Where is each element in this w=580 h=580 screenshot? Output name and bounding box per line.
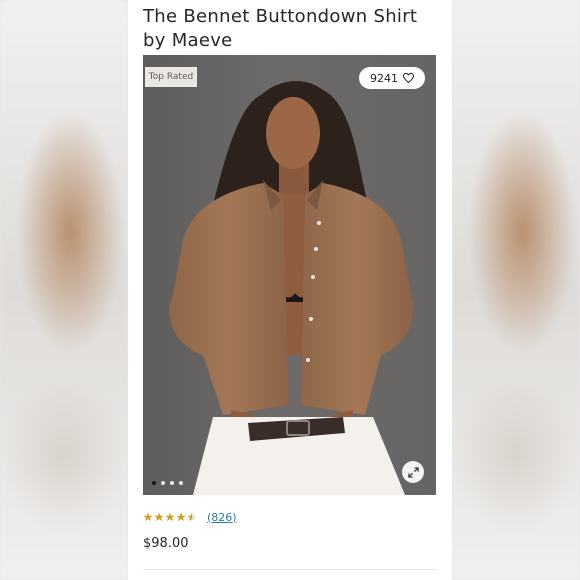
blurred-backdrop-left xyxy=(0,0,128,580)
product-price: $98.00 xyxy=(143,536,189,551)
carousel-dot[interactable] xyxy=(152,481,156,485)
heart-icon xyxy=(403,73,414,83)
carousel-dots xyxy=(152,481,183,485)
half-star-icon xyxy=(187,512,197,522)
product-card: The Bennet Buttondown Shirt by Maeve Top… xyxy=(128,0,452,580)
star-icon xyxy=(154,512,164,522)
carousel-dot[interactable] xyxy=(179,481,183,485)
rating-row: (826) xyxy=(143,509,237,525)
expand-image-button[interactable] xyxy=(402,461,424,483)
star-icon xyxy=(143,512,153,522)
model-illustration xyxy=(169,80,414,495)
top-rated-badge: Top Rated xyxy=(145,67,197,87)
like-button[interactable]: 9241 xyxy=(359,67,425,89)
divider xyxy=(143,569,437,570)
star-icon xyxy=(176,512,186,522)
product-image[interactable]: Top Rated 9241 xyxy=(143,55,436,495)
blurred-backdrop-right xyxy=(452,0,580,580)
expand-icon xyxy=(407,466,419,478)
star-rating xyxy=(143,512,197,522)
reviews-link[interactable]: (826) xyxy=(207,511,237,524)
like-count: 9241 xyxy=(370,71,398,85)
carousel-dot[interactable] xyxy=(170,481,174,485)
star-icon xyxy=(165,512,175,522)
carousel-dot[interactable] xyxy=(161,481,165,485)
product-title: The Bennet Buttondown Shirt by Maeve xyxy=(143,6,418,51)
